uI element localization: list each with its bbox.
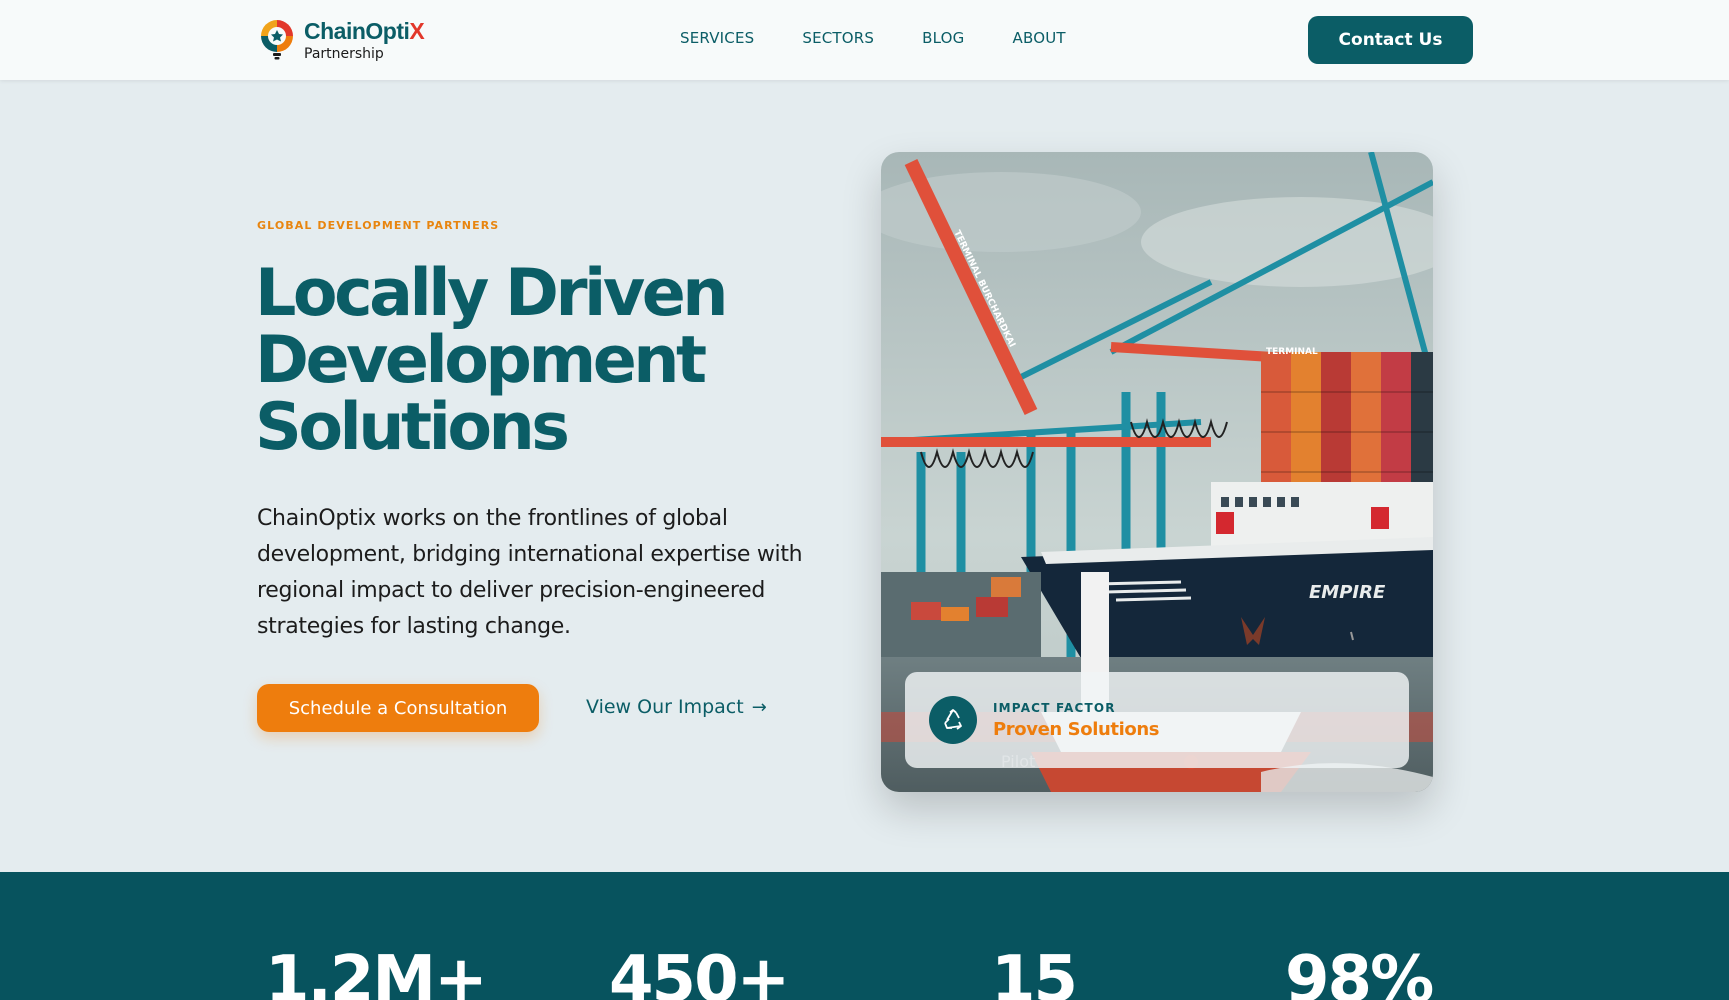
- stat-value: 15: [991, 943, 1078, 1000]
- hero-eyebrow: Global Development Partners: [257, 219, 500, 232]
- nav-blog[interactable]: Blog: [922, 29, 964, 47]
- view-impact-link[interactable]: View Our Impact →: [586, 696, 767, 718]
- main-nav: Services Sectors Blog About: [680, 29, 1114, 47]
- view-impact-label: View Our Impact: [586, 696, 744, 718]
- recycle-icon: [929, 696, 977, 744]
- impact-label: Impact Factor: [993, 700, 1116, 715]
- hero-title-line: Locally Driven: [255, 256, 729, 331]
- impact-value: Proven Solutions: [993, 718, 1160, 740]
- impact-factor-card: Impact Factor Proven Solutions: [905, 672, 1409, 768]
- svg-text:EMPIRE: EMPIRE: [1309, 582, 1386, 603]
- stat-value: 98%: [1285, 943, 1434, 1000]
- hero-title-line: Development: [255, 323, 707, 398]
- hero-title: Locally Driven Development Solutions: [255, 260, 815, 461]
- hero-image-card: EMPIRE TERMINAL BURCHARDKAI TERMINAL Pil…: [881, 152, 1433, 792]
- nav-services[interactable]: Services: [680, 29, 754, 47]
- brand-subtitle: Partnership: [304, 46, 384, 62]
- schedule-consultation-button[interactable]: Schedule a Consultation: [257, 684, 539, 732]
- stat-value: 1.2M+: [265, 943, 488, 1000]
- logo-icon: [258, 17, 296, 63]
- nav-about[interactable]: About: [1013, 29, 1066, 47]
- brand-logo[interactable]: ChainOptiX Partnership: [258, 17, 425, 63]
- stats-band: 1.2M+ 450+ 15 98%: [0, 872, 1729, 1000]
- site-header: ChainOptiX Partnership Services Sectors …: [0, 0, 1729, 80]
- arrow-right-icon: →: [751, 696, 767, 718]
- stat-value: 450+: [609, 943, 790, 1000]
- hero-title-line: Solutions: [255, 390, 570, 465]
- contact-us-button[interactable]: Contact Us: [1308, 16, 1473, 64]
- hero-description: ChainOptix works on the frontlines of gl…: [257, 506, 803, 639]
- svg-text:TERMINAL: TERMINAL: [1266, 347, 1318, 357]
- nav-sectors[interactable]: Sectors: [802, 29, 874, 47]
- brand-name: ChainOptiX: [304, 18, 425, 44]
